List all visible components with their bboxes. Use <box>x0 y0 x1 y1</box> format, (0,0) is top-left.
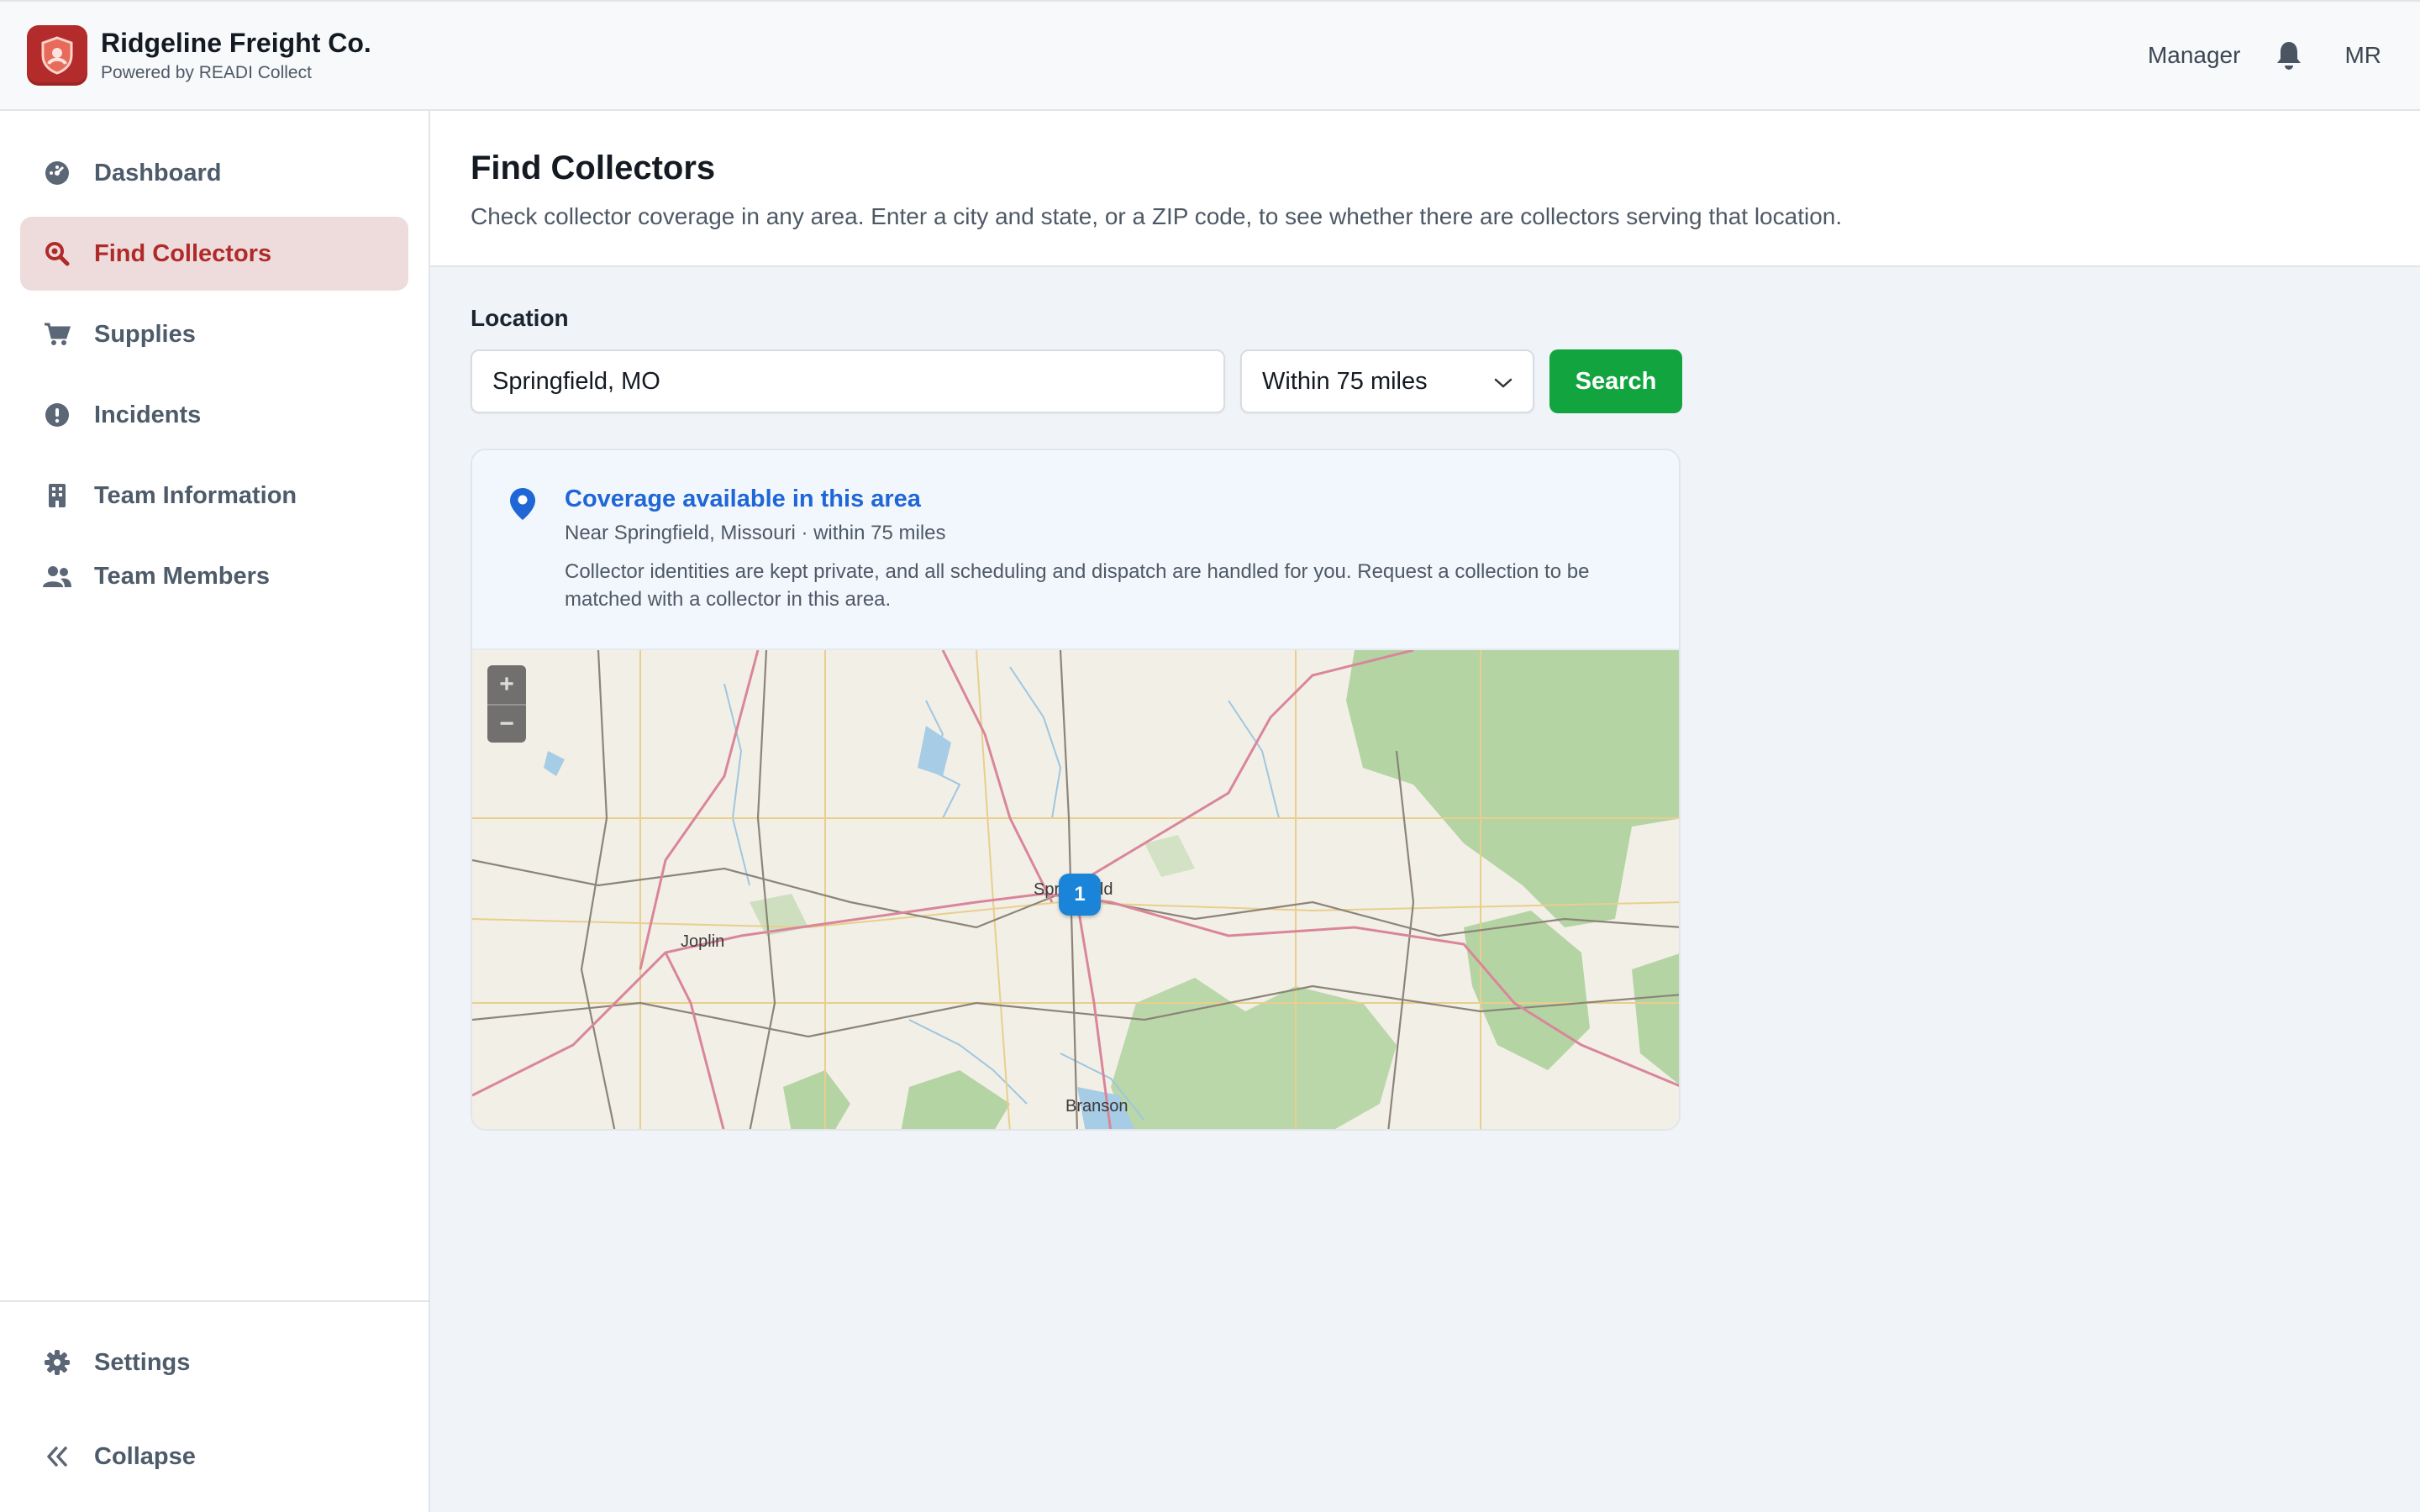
top-bar: Ridgeline Freight Co. Powered by READI C… <box>0 0 2420 111</box>
sidebar-nav: Dashboard Find Collectors Supplies Incid… <box>0 111 429 613</box>
dashboard-icon <box>42 158 72 188</box>
city-label-branson: Branson <box>1065 1097 1128 1116</box>
sidebar-item-label: Incidents <box>94 401 202 428</box>
sidebar-item-label: Collapse <box>94 1442 196 1470</box>
page-description: Check collector coverage in any area. En… <box>471 203 1843 229</box>
sidebar-item-settings[interactable]: Settings <box>20 1326 408 1399</box>
sidebar-item-label: Team Members <box>94 562 270 590</box>
coverage-map[interactable]: + − Springfield Joplin Branson 1 <box>472 650 1679 1129</box>
sidebar-item-dashboard[interactable]: Dashboard <box>20 136 408 210</box>
coverage-note: Collector identities are kept private, a… <box>565 560 1590 611</box>
sidebar-item-collapse[interactable]: Collapse <box>20 1420 408 1494</box>
alert-icon <box>42 400 72 430</box>
search-row: Within 75 miles Search <box>471 349 2420 413</box>
sidebar-item-label: Team Information <box>94 481 297 509</box>
radius-select-value: Within 75 miles <box>1262 367 1428 395</box>
building-icon <box>42 480 72 511</box>
bell-icon[interactable] <box>2274 39 2304 72</box>
brand-logo-icon <box>27 25 87 86</box>
coverage-result-card: Coverage available in this area Near Spr… <box>471 449 1681 1131</box>
map-zoom-control: + − <box>487 665 526 743</box>
brand[interactable]: Ridgeline Freight Co. Powered by READI C… <box>27 25 371 86</box>
user-avatar[interactable]: MR <box>2344 42 2381 69</box>
sidebar-item-label: Settings <box>94 1348 191 1376</box>
search-icon <box>42 239 72 269</box>
sidebar-item-label: Find Collectors <box>94 239 272 267</box>
city-label-joplin: Joplin <box>681 932 725 951</box>
search-section: Location Within 75 miles Search Coverage… <box>430 267 2420 1131</box>
search-button[interactable]: Search <box>1549 349 1682 413</box>
zoom-out-button[interactable]: − <box>487 704 526 743</box>
map-pin-icon <box>509 487 539 524</box>
main-content: Find Collectors Check collector coverage… <box>430 111 2420 1512</box>
collector-cluster-marker[interactable]: 1 <box>1059 874 1101 916</box>
gear-icon <box>42 1347 72 1378</box>
cart-icon <box>42 319 72 349</box>
radius-select[interactable]: Within 75 miles <box>1240 349 1534 413</box>
location-input[interactable] <box>471 349 1225 413</box>
chevrons-left-icon <box>42 1441 72 1472</box>
sidebar-item-label: Dashboard <box>94 159 222 186</box>
brand-subtitle: Powered by READI Collect <box>101 63 312 82</box>
page-title: Find Collectors <box>471 150 716 186</box>
sidebar: Dashboard Find Collectors Supplies Incid… <box>0 111 430 1512</box>
sidebar-item-label: Supplies <box>94 320 196 348</box>
sidebar-item-supplies[interactable]: Supplies <box>20 297 408 371</box>
coverage-banner: Coverage available in this area Near Spr… <box>472 450 1679 650</box>
coverage-title: Coverage available in this area <box>565 486 921 512</box>
role-label: Manager <box>2147 42 2241 68</box>
zoom-in-button[interactable]: + <box>487 665 526 704</box>
sidebar-item-incidents[interactable]: Incidents <box>20 378 408 452</box>
chevron-down-icon <box>1494 368 1512 396</box>
users-icon <box>42 561 72 591</box>
sidebar-item-find-collectors[interactable]: Find Collectors <box>20 217 408 291</box>
location-label: Location <box>471 305 569 331</box>
sidebar-item-team-information[interactable]: Team Information <box>20 459 408 533</box>
brand-name: Ridgeline Freight Co. <box>101 28 371 58</box>
coverage-location: Near Springfield, Missouri · within 75 m… <box>565 522 946 544</box>
sidebar-footer: Settings Collapse <box>0 1300 429 1512</box>
page-header: Find Collectors Check collector coverage… <box>430 111 2420 267</box>
sidebar-item-team-members[interactable]: Team Members <box>20 539 408 613</box>
